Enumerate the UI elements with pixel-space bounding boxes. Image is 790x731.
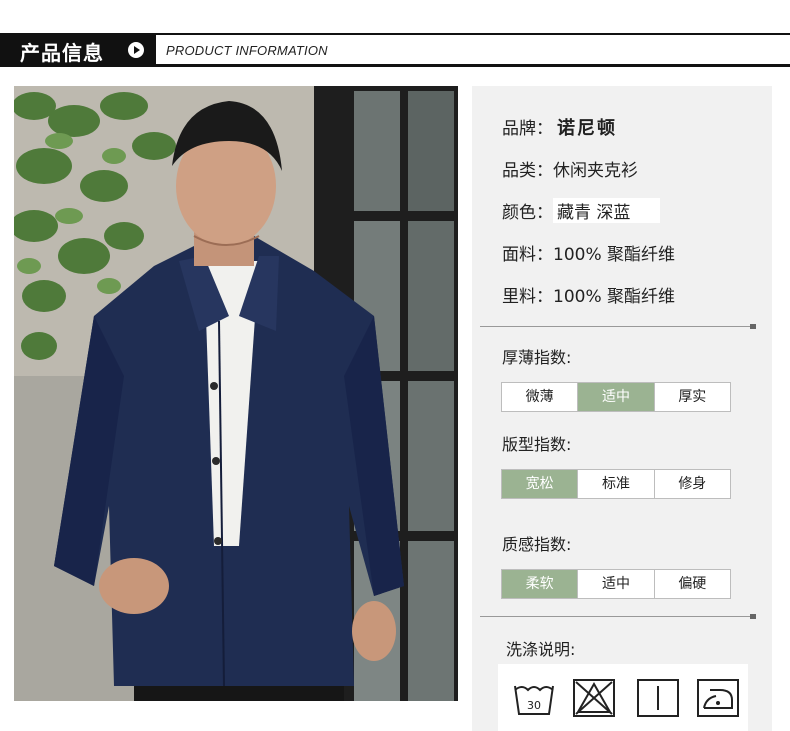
category-value: 休闲夹克衫 [553, 161, 638, 181]
hang-dry-icon [637, 679, 679, 717]
category-label: 品类： [502, 161, 553, 181]
section-header: 产品信息 PRODUCT INFORMATION [0, 33, 790, 67]
wash-30-icon: 30 [514, 685, 554, 715]
fabric-value: 100% 聚酯纤维 [553, 245, 676, 265]
header-title: 产品信息 [20, 41, 104, 65]
color-row: 颜色： 藏青 深蓝 [502, 198, 661, 223]
texture-option-medium: 适中 [578, 570, 655, 598]
lining-value: 100% 聚酯纤维 [553, 287, 676, 307]
thickness-index-title: 厚薄指数: [502, 348, 572, 367]
divider [480, 324, 756, 329]
header-subtitle: PRODUCT INFORMATION [166, 43, 328, 58]
wash-temperature: 30 [527, 699, 541, 712]
fit-option-slim: 修身 [678, 476, 707, 492]
header-rule-bottom [156, 64, 790, 67]
header-rule-top [156, 33, 790, 35]
header-title-block: 产品信息 [0, 33, 156, 67]
divider-marker [750, 324, 756, 329]
brand-label: 品牌： [502, 119, 553, 139]
lining-label: 里料： [502, 287, 553, 307]
category-row: 品类：休闲夹克衫 [502, 156, 638, 181]
brand-row: 品牌： 诺尼顿 [502, 114, 617, 140]
texture-option-stiff: 偏硬 [678, 576, 707, 592]
arrow-right-icon [128, 42, 144, 58]
thickness-option-thin: 微薄 [502, 383, 579, 411]
texture-option-soft: 柔软 [502, 570, 579, 598]
model-photo [14, 86, 458, 701]
model-photo-illustration [14, 86, 458, 701]
thickness-scale: 微薄 适中 厚实 [501, 382, 731, 412]
low-iron-icon [697, 679, 739, 717]
fabric-row: 面料：100% 聚酯纤维 [502, 240, 675, 265]
thickness-option-thick: 厚实 [678, 389, 707, 405]
divider-marker [750, 614, 756, 619]
divider [480, 614, 756, 619]
lining-row: 里料：100% 聚酯纤维 [502, 282, 675, 307]
texture-scale: 柔软 适中 偏硬 [501, 569, 731, 599]
product-info-panel: 品牌： 诺尼顿 品类：休闲夹克衫 颜色： 藏青 深蓝 面料：100% 聚酯纤维 里料… [472, 86, 772, 731]
brand-value: 诺尼顿 [557, 118, 617, 139]
texture-index-title: 质感指数: [502, 535, 572, 554]
fit-scale: 宽松 标准 修身 [501, 469, 731, 499]
wash-icons-box: 30 [498, 664, 748, 731]
fit-index-title: 版型指数: [502, 435, 572, 454]
fit-option-loose: 宽松 [502, 470, 579, 498]
wash-instructions-title: 洗涤说明: [506, 640, 576, 659]
fit-option-standard: 标准 [578, 470, 655, 498]
color-value: 藏青 深蓝 [557, 203, 631, 223]
thickness-option-medium: 适中 [578, 383, 655, 411]
color-label: 颜色： [502, 203, 553, 223]
no-bleach-icon [573, 679, 615, 717]
fabric-label: 面料： [502, 245, 553, 265]
